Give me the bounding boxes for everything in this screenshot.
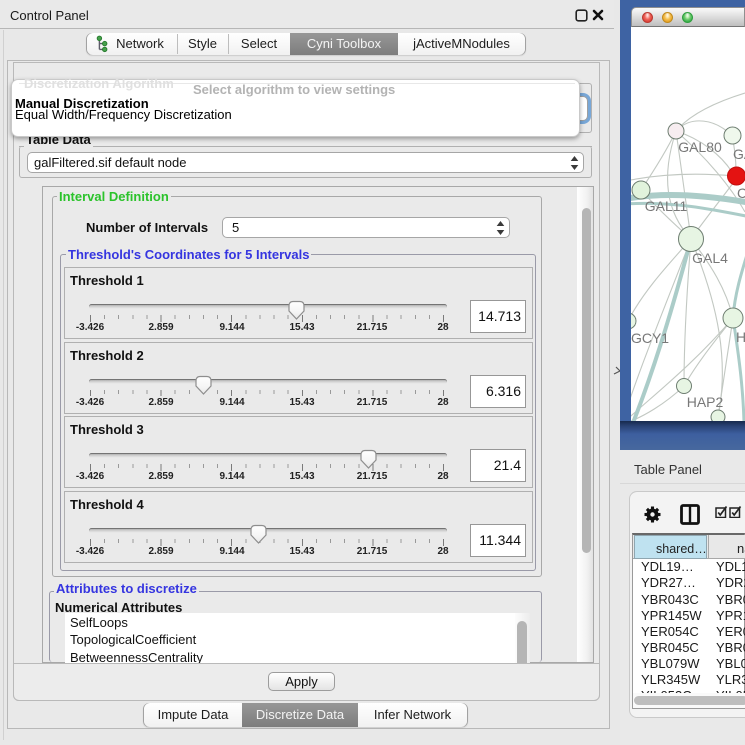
svg-text:C: C: [737, 185, 745, 201]
svg-text:GAL4: GAL4: [692, 250, 728, 266]
svg-text:GAL80: GAL80: [678, 139, 722, 155]
svg-text:GCY1: GCY1: [631, 330, 669, 346]
svg-text:HAP2: HAP2: [687, 394, 724, 410]
svg-text:HA: HA: [736, 329, 745, 345]
svg-text:GAL11: GAL11: [645, 198, 688, 214]
svg-text:GAL: GAL: [733, 146, 745, 162]
